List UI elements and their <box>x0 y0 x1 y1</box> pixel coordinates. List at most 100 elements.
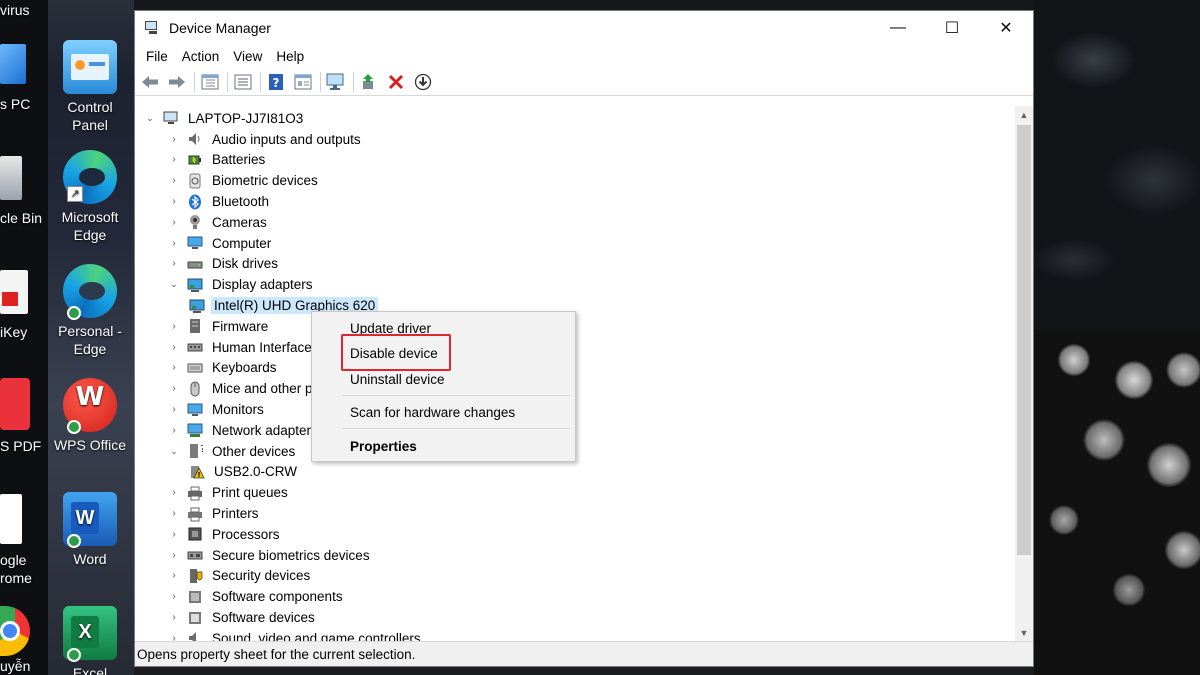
collapse-chevron-icon[interactable]: ⌄ <box>167 446 181 457</box>
menu-file[interactable]: File <box>139 49 175 64</box>
desktop-wallpaper-bottom <box>134 667 1034 675</box>
update-driver-icon[interactable] <box>358 71 380 93</box>
tree-item-secure-biometrics[interactable]: › Secure biometrics devices <box>143 545 1013 566</box>
expand-chevron-icon[interactable]: › <box>167 383 181 394</box>
expand-chevron-icon[interactable]: › <box>167 570 181 581</box>
tree-item-monitors[interactable]: › Monitors <box>143 399 1013 420</box>
device-tree-pane[interactable]: ⌄ LAPTOP-JJ7I81O3 › Audio inputs and out… <box>135 106 1033 641</box>
tree-item-display-adapters[interactable]: ⌄ Display adapters <box>143 274 1013 295</box>
expand-chevron-icon[interactable]: › <box>167 362 181 373</box>
expand-chevron-icon[interactable]: › <box>167 258 181 269</box>
expand-chevron-icon[interactable]: › <box>167 175 181 186</box>
tree-item-printers[interactable]: › Printers <box>143 503 1013 524</box>
expand-chevron-icon[interactable]: › <box>167 134 181 145</box>
expand-chevron-icon[interactable]: › <box>167 154 181 165</box>
help-icon[interactable]: ? <box>265 71 287 93</box>
tree-item-biometric[interactable]: › Biometric devices <box>143 170 1013 191</box>
forward-arrow-icon[interactable] <box>166 71 188 93</box>
details-icon[interactable] <box>292 71 314 93</box>
menu-item-properties[interactable]: Properties <box>350 439 417 454</box>
desktop-icon-personal-edge[interactable]: Personal - Edge <box>50 264 130 358</box>
properties-grid-icon[interactable] <box>199 71 221 93</box>
menu-action[interactable]: Action <box>175 49 227 64</box>
desktop-icon-excel[interactable]: X Excel <box>50 606 130 675</box>
expand-chevron-icon[interactable]: › <box>167 217 181 228</box>
menu-item-scan-hardware[interactable]: Scan for hardware changes <box>350 405 515 420</box>
tree-item-usb2-crw[interactable]: ! USB2.0-CRW <box>143 462 1013 483</box>
close-button[interactable]: ✕ <box>979 11 1033 44</box>
google-chrome-file-icon[interactable] <box>0 494 22 544</box>
expand-chevron-icon[interactable]: › <box>167 487 181 498</box>
expand-chevron-icon[interactable]: › <box>167 425 181 436</box>
tree-item-cameras[interactable]: › Cameras <box>143 212 1013 233</box>
back-arrow-icon[interactable] <box>139 71 161 93</box>
desktop-cut-label-chrome[interactable]: rome <box>0 570 32 586</box>
title-bar[interactable]: Device Manager — ☐ ✕ <box>135 11 1033 44</box>
unikey-icon[interactable] <box>0 270 28 314</box>
menu-help[interactable]: Help <box>269 49 311 64</box>
desktop-cut-label-wps-pdf[interactable]: S PDF <box>0 438 41 454</box>
tree-item-disk-drives[interactable]: › Disk drives <box>143 254 1013 275</box>
tree-item-keyboards[interactable]: › Keyboards <box>143 358 1013 379</box>
scroll-up-arrow-icon[interactable]: ▲ <box>1015 106 1033 123</box>
menu-item-uninstall-device[interactable]: Uninstall device <box>350 372 445 387</box>
tree-item-processors[interactable]: › Processors <box>143 524 1013 545</box>
tree-item-software-components[interactable]: › Software components <box>143 586 1013 607</box>
tree-item-mice[interactable]: › Mice and other p <box>143 378 1013 399</box>
expand-chevron-icon[interactable]: › <box>167 238 181 249</box>
desktop-icon-control-panel[interactable]: Control Panel <box>50 40 130 134</box>
desktop-icon-label: Microsoft Edge <box>61 209 119 243</box>
tree-item-firmware[interactable]: › Firmware <box>143 316 1013 337</box>
tree-item-print-queues[interactable]: › Print queues <box>143 482 1013 503</box>
collapse-chevron-icon[interactable]: ⌄ <box>167 279 181 290</box>
uninstall-x-icon[interactable] <box>385 71 407 93</box>
desktop-cut-label-recycle-bin[interactable]: cle Bin <box>0 210 42 226</box>
scrollbar-thumb[interactable] <box>1017 125 1031 555</box>
expand-chevron-icon[interactable]: › <box>167 550 181 561</box>
desktop-icon-microsoft-edge[interactable]: ↗ Microsoft Edge <box>50 150 130 244</box>
expand-chevron-icon[interactable]: › <box>167 196 181 207</box>
desktop-cut-label-virus[interactable]: virus <box>0 2 30 18</box>
tree-item-other-devices[interactable]: ⌄ ? Other devices <box>143 441 1013 462</box>
monitor-scan-icon[interactable] <box>325 71 347 93</box>
expand-chevron-icon[interactable]: › <box>167 529 181 540</box>
collapse-chevron-icon[interactable]: ⌄ <box>143 113 157 124</box>
menu-view[interactable]: View <box>226 49 269 64</box>
tree-item-batteries[interactable]: › Batteries <box>143 150 1013 171</box>
desktop-icon-wps-office[interactable]: W WPS Office <box>50 378 130 454</box>
expand-chevron-icon[interactable]: › <box>167 404 181 415</box>
tree-item-audio[interactable]: › Audio inputs and outputs <box>143 129 1013 150</box>
download-circle-icon[interactable] <box>412 71 434 93</box>
tree-item-network-adapters[interactable]: › Network adapters <box>143 420 1013 441</box>
scroll-down-arrow-icon[interactable]: ▼ <box>1015 624 1033 641</box>
list-icon[interactable] <box>232 71 254 93</box>
tree-item-intel-uhd-graphics[interactable]: Intel(R) UHD Graphics 620 <box>143 295 1013 316</box>
tree-item-computer[interactable]: › Computer <box>143 233 1013 254</box>
expand-chevron-icon[interactable]: › <box>167 508 181 519</box>
desktop-cut-label-unikey[interactable]: iKey <box>0 324 27 340</box>
expand-chevron-icon[interactable]: › <box>167 612 181 623</box>
wps-pdf-icon[interactable] <box>0 378 30 430</box>
desktop-cut-label-user[interactable]: uyễn <box>0 658 30 674</box>
tree-item-security-devices[interactable]: › Security devices <box>143 566 1013 587</box>
control-panel-icon <box>63 40 117 94</box>
expand-chevron-icon[interactable]: › <box>167 321 181 332</box>
expand-chevron-icon[interactable]: › <box>167 633 181 641</box>
expand-chevron-icon[interactable]: › <box>167 591 181 602</box>
tree-item-human-interface[interactable]: › Human Interface <box>143 337 1013 358</box>
tree-item-sound-video[interactable]: › Sound, video and game controllers <box>143 628 1013 641</box>
sync-check-badge-icon <box>67 306 81 320</box>
vertical-scrollbar[interactable]: ▲ ▼ <box>1015 106 1033 641</box>
desktop-cut-label-pc[interactable]: s PC <box>0 96 30 112</box>
this-pc-icon[interactable] <box>0 44 26 84</box>
tree-root[interactable]: ⌄ LAPTOP-JJ7I81O3 <box>143 108 1013 129</box>
recycle-bin-icon[interactable] <box>0 156 22 200</box>
minimize-button[interactable]: — <box>871 11 925 44</box>
expand-chevron-icon[interactable]: › <box>167 342 181 353</box>
tree-item-bluetooth[interactable]: › Bluetooth <box>143 191 1013 212</box>
tree-item-software-devices[interactable]: › Software devices <box>143 607 1013 628</box>
device-manager-app-icon[interactable] <box>145 20 161 36</box>
maximize-button[interactable]: ☐ <box>925 11 979 44</box>
desktop-cut-label-google[interactable]: ogle <box>0 552 26 568</box>
desktop-icon-word[interactable]: W Word <box>50 492 130 568</box>
